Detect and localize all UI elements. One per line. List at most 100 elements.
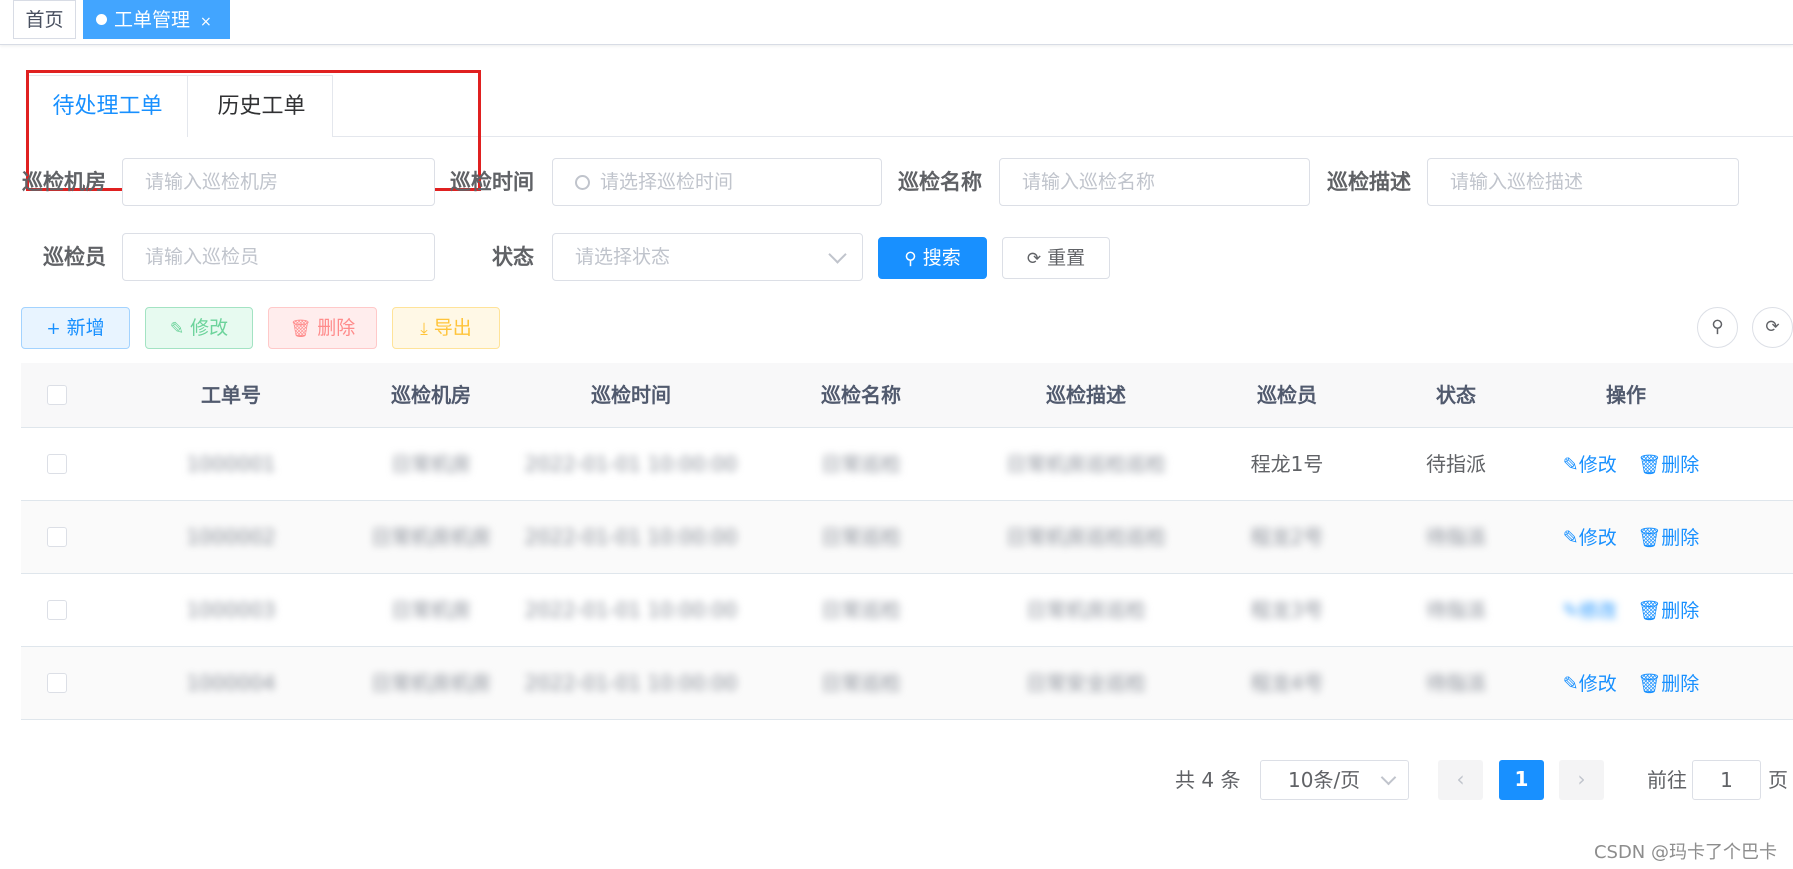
col-name: 巡检名称 (821, 383, 901, 407)
cell-desc: 日常机房巡检巡检 (1006, 525, 1166, 549)
page-suffix: 页 (1768, 768, 1788, 792)
row-checkbox[interactable] (47, 454, 67, 474)
table-row[interactable]: 1000004 日常机房机房 2022-01-01 10:00:00 日常巡检 … (21, 647, 1793, 720)
row-delete-link[interactable]: 🗑删除 (1637, 673, 1699, 695)
delete-button-label: 删除 (317, 317, 356, 339)
table-row[interactable]: 1000001 日常机房 2022-01-01 10:00:00 日常巡检 日常… (21, 428, 1793, 501)
status-select[interactable]: 请选择状态 (552, 233, 863, 281)
tab-history[interactable]: 历史工单 (187, 76, 335, 137)
refresh-icon: ⟳ (1026, 249, 1042, 269)
row-edit-label: 修改 (1578, 673, 1617, 695)
row-edit-label: 修改 (1578, 454, 1617, 476)
room-label: 巡检机房 (22, 170, 106, 194)
prev-page-button[interactable]: ‹ (1438, 760, 1483, 800)
cell-time: 2022-01-01 10:00:00 (524, 452, 738, 476)
inspector-label: 巡检员 (43, 245, 106, 269)
cell-actions: ✎修改 🗑删除 (1551, 428, 1711, 500)
trash-icon: 🗑 (1637, 527, 1662, 549)
cell-time: 2022-01-01 10:00:00 (524, 598, 738, 622)
cell-time: 2022-01-01 10:00:00 (524, 525, 738, 549)
active-dot-icon (96, 14, 107, 25)
cell-inspector: 程龙3号 (1250, 598, 1324, 622)
cell-name: 日常巡检 (821, 525, 901, 549)
add-button[interactable]: + 新增 (21, 307, 130, 349)
tag-work-order[interactable]: 工单管理 × (83, 0, 230, 39)
row-checkbox[interactable] (47, 527, 67, 547)
edit-icon: ✎ (1562, 527, 1579, 549)
row-delete-link[interactable]: 🗑删除 (1637, 527, 1699, 549)
inspector-input[interactable]: 请输入巡检员 (122, 233, 435, 281)
trash-icon: 🗑 (289, 319, 312, 339)
plus-icon: + (46, 319, 61, 339)
reset-button-label: 重置 (1047, 247, 1086, 269)
export-button[interactable]: ⤓ 导出 (392, 307, 500, 349)
row-checkbox[interactable] (47, 600, 67, 620)
tabs: 待处理工单 历史工单 (27, 75, 333, 137)
reset-button[interactable]: ⟳ 重置 (1002, 237, 1110, 279)
toggle-search-button[interactable]: ⚲ (1697, 307, 1738, 348)
cell-desc: 日常机房巡检巡检 (1006, 452, 1166, 476)
tag-home[interactable]: 首页 (13, 0, 76, 39)
cell-order-no: 1000003 (186, 598, 276, 622)
next-page-button[interactable]: › (1559, 760, 1604, 800)
export-button-label: 导出 (433, 317, 472, 339)
row-edit-link[interactable]: ✎修改 (1563, 454, 1617, 476)
search-icon: ⚲ (904, 249, 917, 269)
row-edit-link[interactable]: ✎修改 (1563, 527, 1617, 549)
cell-inspector: 程龙2号 (1250, 525, 1324, 549)
page-number-current[interactable]: 1 (1499, 760, 1544, 800)
row-edit-label: 修改 (1578, 527, 1617, 549)
status-label: 状态 (492, 245, 534, 269)
desc-input[interactable]: 请输入巡检描述 (1427, 158, 1739, 206)
refresh-table-button[interactable]: ⟳ (1752, 307, 1793, 348)
cell-room: 日常机房 (391, 598, 471, 622)
edit-icon: ✎ (169, 319, 185, 339)
tab-pending[interactable]: 待处理工单 (28, 76, 187, 137)
delete-button[interactable]: 🗑 删除 (268, 307, 377, 349)
trash-icon: 🗑 (1637, 454, 1662, 476)
time-picker[interactable]: 请选择巡检时间 (552, 158, 882, 206)
chevron-right-icon: › (1577, 767, 1586, 791)
cell-name: 日常巡检 (821, 671, 901, 695)
row-edit-link[interactable]: ✎修改 (1563, 600, 1617, 622)
cell-inspector: 程龙4号 (1250, 671, 1324, 695)
row-delete-label: 删除 (1661, 673, 1700, 695)
page-size-select[interactable]: 10条/页 (1260, 760, 1409, 800)
name-input[interactable]: 请输入巡检名称 (999, 158, 1310, 206)
row-delete-link[interactable]: 🗑删除 (1637, 600, 1699, 622)
trash-icon: 🗑 (1637, 673, 1662, 695)
edit-button-label: 修改 (190, 317, 229, 339)
row-edit-link[interactable]: ✎修改 (1563, 673, 1617, 695)
edit-button[interactable]: ✎ 修改 (145, 307, 253, 349)
search-icon: ⚲ (1711, 317, 1724, 337)
goto-page-input[interactable]: 1 (1692, 760, 1761, 800)
page-size-value: 10条/页 (1288, 768, 1361, 792)
cell-room: 日常机房机房 (371, 525, 491, 549)
pagination-total: 共 4 条 (1175, 768, 1241, 792)
row-checkbox[interactable] (47, 673, 67, 693)
cell-status: 待指派 (1426, 598, 1486, 622)
csdn-watermark: CSDN @玛卡了个巴卡 (1593, 842, 1777, 863)
cell-desc: 日常安全巡检 (1026, 671, 1146, 695)
col-inspector: 巡检员 (1257, 383, 1317, 407)
cell-inspector: 程龙1号 (1250, 452, 1324, 476)
cell-order-no: 1000002 (186, 525, 276, 549)
col-desc: 巡检描述 (1046, 383, 1126, 407)
cell-order-no: 1000004 (186, 671, 276, 695)
desc-label: 巡检描述 (1327, 170, 1411, 194)
row-delete-label: 删除 (1661, 600, 1700, 622)
trash-icon: 🗑 (1637, 600, 1662, 622)
chevron-down-icon (1380, 769, 1397, 786)
select-all-checkbox[interactable] (47, 385, 67, 405)
time-label: 巡检时间 (450, 170, 534, 194)
time-placeholder: 请选择巡检时间 (600, 171, 734, 193)
room-input[interactable]: 请输入巡检机房 (122, 158, 435, 206)
search-button[interactable]: ⚲ 搜索 (878, 237, 987, 279)
close-icon[interactable]: × (200, 14, 212, 30)
table-row[interactable]: 1000003 日常机房 2022-01-01 10:00:00 日常巡检 日常… (21, 574, 1793, 647)
cell-name: 日常巡检 (821, 598, 901, 622)
edit-icon: ✎ (1562, 454, 1579, 476)
table-row[interactable]: 1000002 日常机房机房 2022-01-01 10:00:00 日常巡检 … (21, 501, 1793, 574)
row-delete-link[interactable]: 🗑删除 (1637, 454, 1699, 476)
cell-order-no: 1000001 (186, 452, 276, 476)
